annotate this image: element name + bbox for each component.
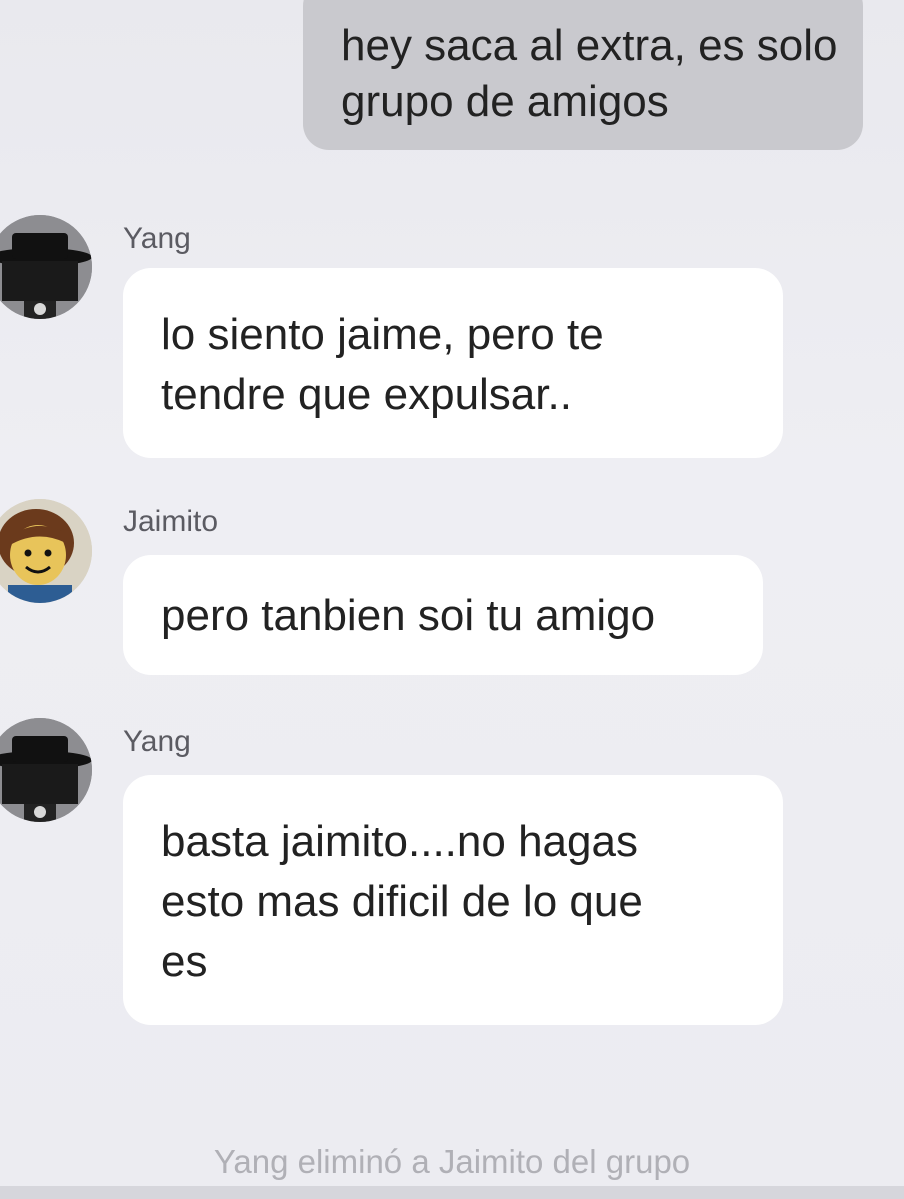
jaimito-face-avatar-icon[interactable]	[0, 499, 92, 603]
sender-name: Yang	[123, 222, 191, 255]
chat-thread: hey saca al extra, es solo grupo de amig…	[0, 0, 904, 1199]
outgoing-message-bubble[interactable]: hey saca al extra, es solo grupo de amig…	[303, 0, 863, 150]
incoming-message-bubble[interactable]: pero tanbien soi tu amigo	[123, 555, 763, 675]
message-line: esto mas dificil de lo que	[161, 877, 643, 926]
sender-name: Yang	[123, 725, 191, 758]
message-line: tendre que expulsar..	[161, 370, 572, 419]
message-line: grupo de amigos	[341, 77, 669, 126]
incoming-message-bubble[interactable]: basta jaimito....no hagas esto mas dific…	[123, 775, 783, 1025]
message-line: basta jaimito....no hagas	[161, 817, 638, 866]
yang-hat-avatar-icon[interactable]	[0, 215, 92, 319]
message-line: es	[161, 937, 208, 986]
message-line: lo siento jaime, pero te	[161, 310, 604, 359]
yang-hat-avatar-icon[interactable]	[0, 718, 92, 822]
bottom-divider	[0, 1186, 904, 1199]
sender-name: Jaimito	[123, 505, 219, 538]
incoming-message-bubble[interactable]: lo siento jaime, pero te tendre que expu…	[123, 268, 783, 458]
message-line: pero tanbien soi tu amigo	[161, 591, 656, 640]
system-message: Yang eliminó a Jaimito del grupo	[213, 1143, 691, 1180]
message-line: hey saca al extra, es solo	[341, 21, 838, 70]
